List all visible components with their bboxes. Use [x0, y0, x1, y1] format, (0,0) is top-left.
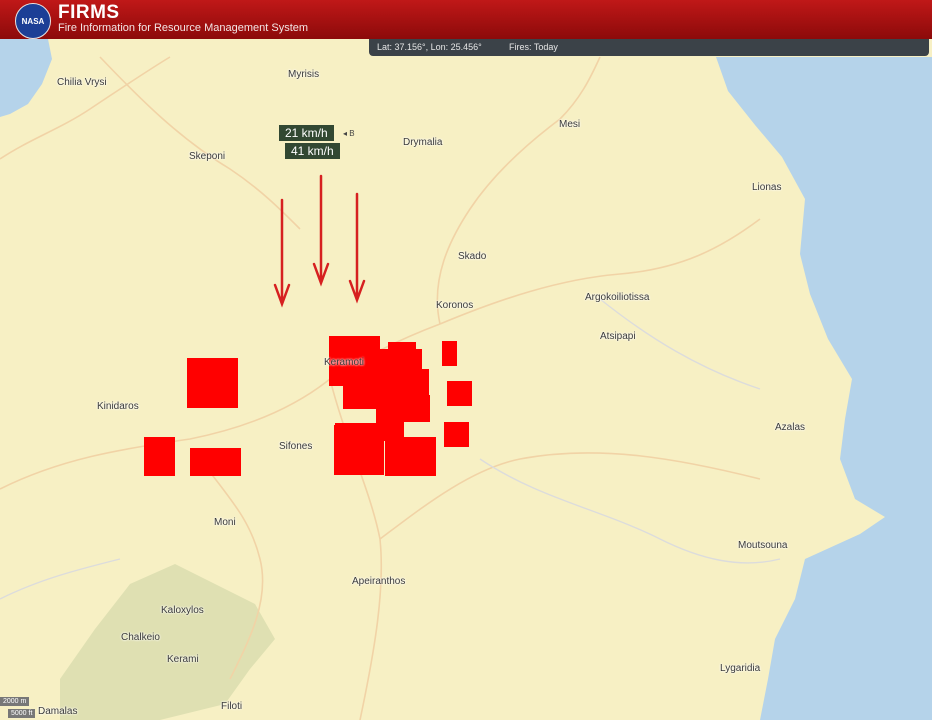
place-label: Koronos	[436, 300, 474, 311]
fire-detection[interactable]	[404, 369, 429, 397]
fire-detection[interactable]	[447, 381, 472, 406]
place-label: Myrisis	[288, 69, 320, 80]
place-label: Skeponi	[189, 151, 226, 162]
scale-bar-metric: 2000 m	[0, 697, 30, 706]
place-label: Chilia Vrysi	[57, 77, 107, 88]
nasa-logo[interactable]: NASA	[15, 3, 51, 39]
place-label: Argokoiliotissa	[585, 292, 650, 303]
fire-detection[interactable]	[190, 448, 241, 476]
nasa-logo-text: NASA	[21, 16, 45, 26]
fire-detection[interactable]	[404, 395, 430, 422]
wind-gust-label: 41 km/h	[285, 143, 340, 159]
wind-arrow	[348, 192, 366, 304]
place-label: Atsipapi	[600, 331, 636, 342]
place-label: Sifones	[279, 441, 313, 452]
place-label: Lygaridia	[720, 663, 761, 674]
place-label: Apeiranthos	[352, 576, 406, 587]
place-label: Mesi	[559, 119, 581, 130]
fire-detection[interactable]	[187, 358, 238, 408]
fire-detection[interactable]	[442, 341, 457, 366]
place-label: Kerami	[167, 654, 199, 665]
place-label: Moutsouna	[738, 540, 788, 551]
place-label: Chalkeio	[121, 632, 160, 643]
place-label: Lionas	[752, 182, 782, 193]
wind-marker: ◂ B	[343, 129, 355, 138]
wind-arrow	[312, 174, 330, 287]
fire-layer	[144, 174, 472, 476]
place-label: Keramoti	[324, 357, 365, 368]
fire-detection[interactable]	[444, 422, 469, 447]
place-label: Moni	[214, 517, 236, 528]
fire-detection[interactable]	[144, 437, 175, 476]
place-label: Damalas	[38, 706, 78, 717]
app-title: FIRMS	[58, 2, 120, 23]
app-header: NASA FIRMS Fire Information for Resource…	[0, 0, 932, 39]
place-label: Drymalia	[403, 137, 443, 148]
wind-arrow	[273, 198, 291, 308]
place-label: Skado	[458, 251, 487, 262]
fire-detection[interactable]	[385, 437, 436, 476]
fire-detection[interactable]	[335, 423, 385, 441]
place-label: Filoti	[221, 701, 243, 712]
place-label: Kaloxylos	[161, 605, 204, 616]
wind-speed-label: 21 km/h	[279, 125, 334, 141]
app-subtitle: Fire Information for Resource Management…	[58, 22, 309, 34]
map-canvas[interactable]: 21 km/h ◂ B 41 km/h Chilia Vrysi Myrisis…	[0, 39, 932, 720]
scale-bar-imperial: 5000 ft	[8, 709, 36, 718]
place-label: Azalas	[775, 422, 806, 433]
place-label: Kinidaros	[97, 401, 139, 412]
